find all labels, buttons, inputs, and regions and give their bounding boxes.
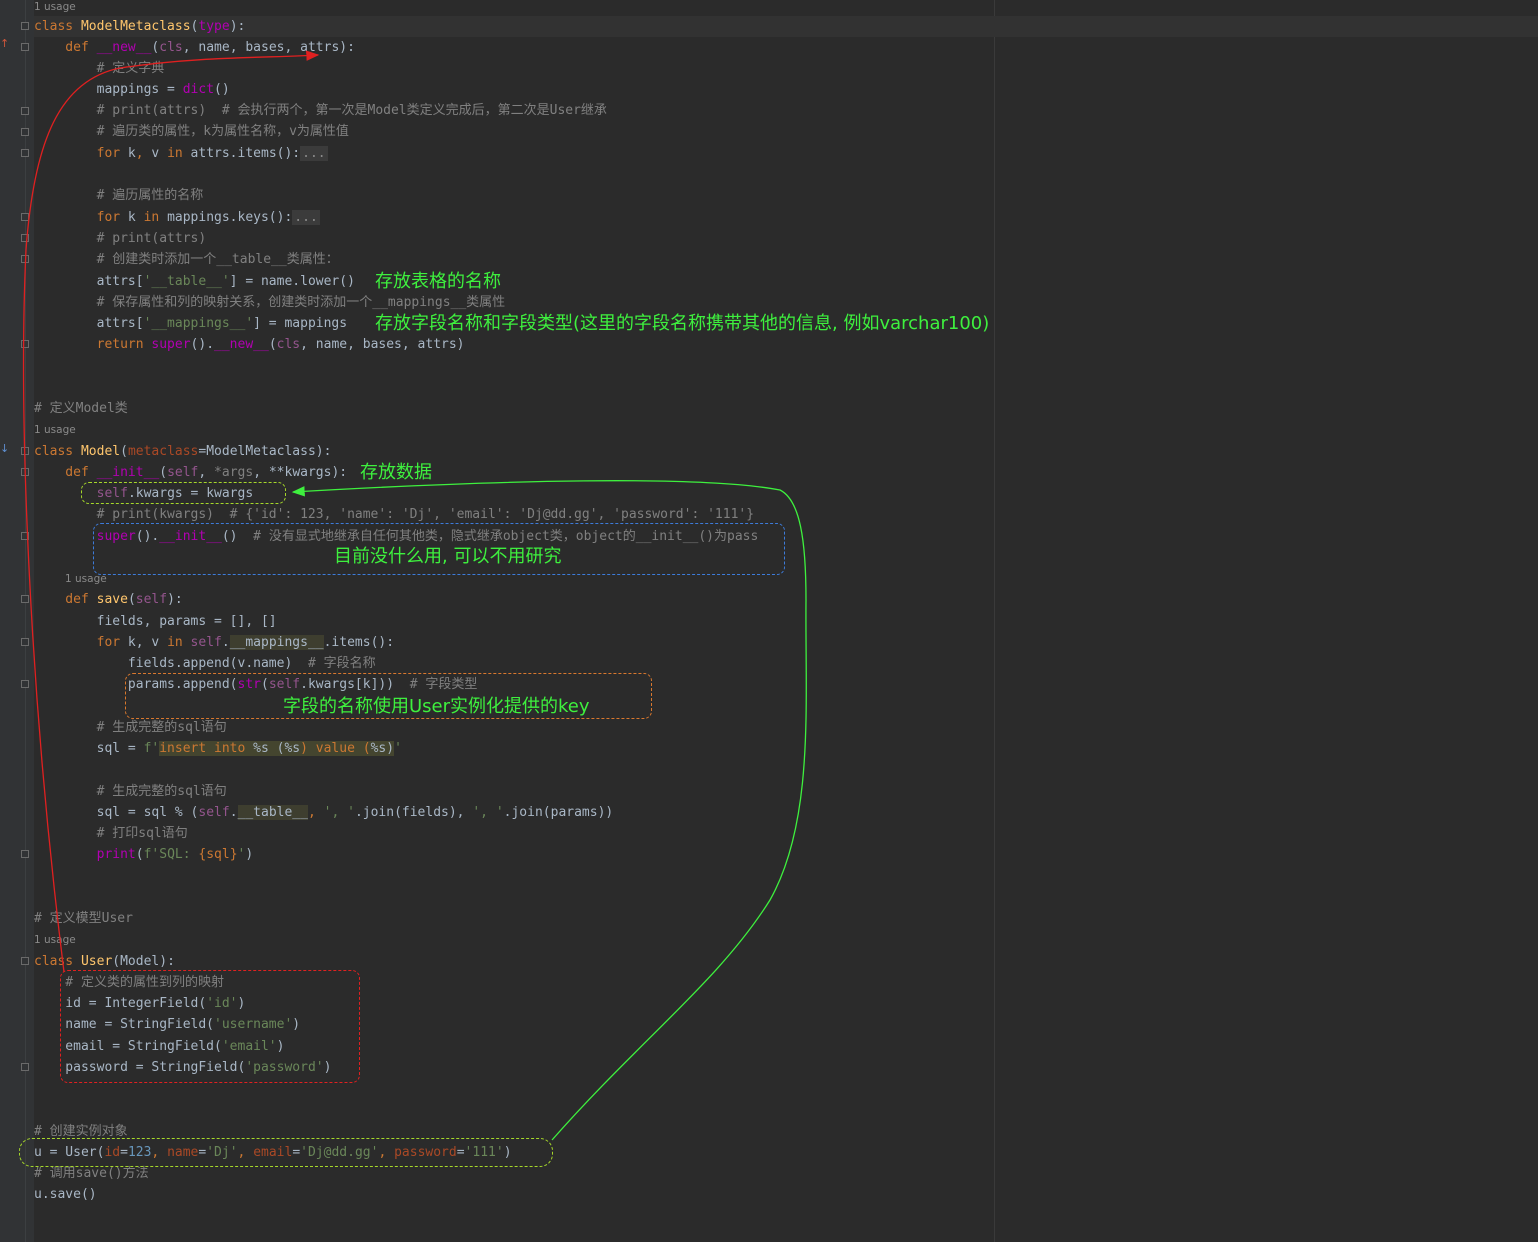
arrow-red xyxy=(22,50,320,973)
annotation-arrows xyxy=(22,50,807,1141)
arrow-green xyxy=(291,480,807,1141)
